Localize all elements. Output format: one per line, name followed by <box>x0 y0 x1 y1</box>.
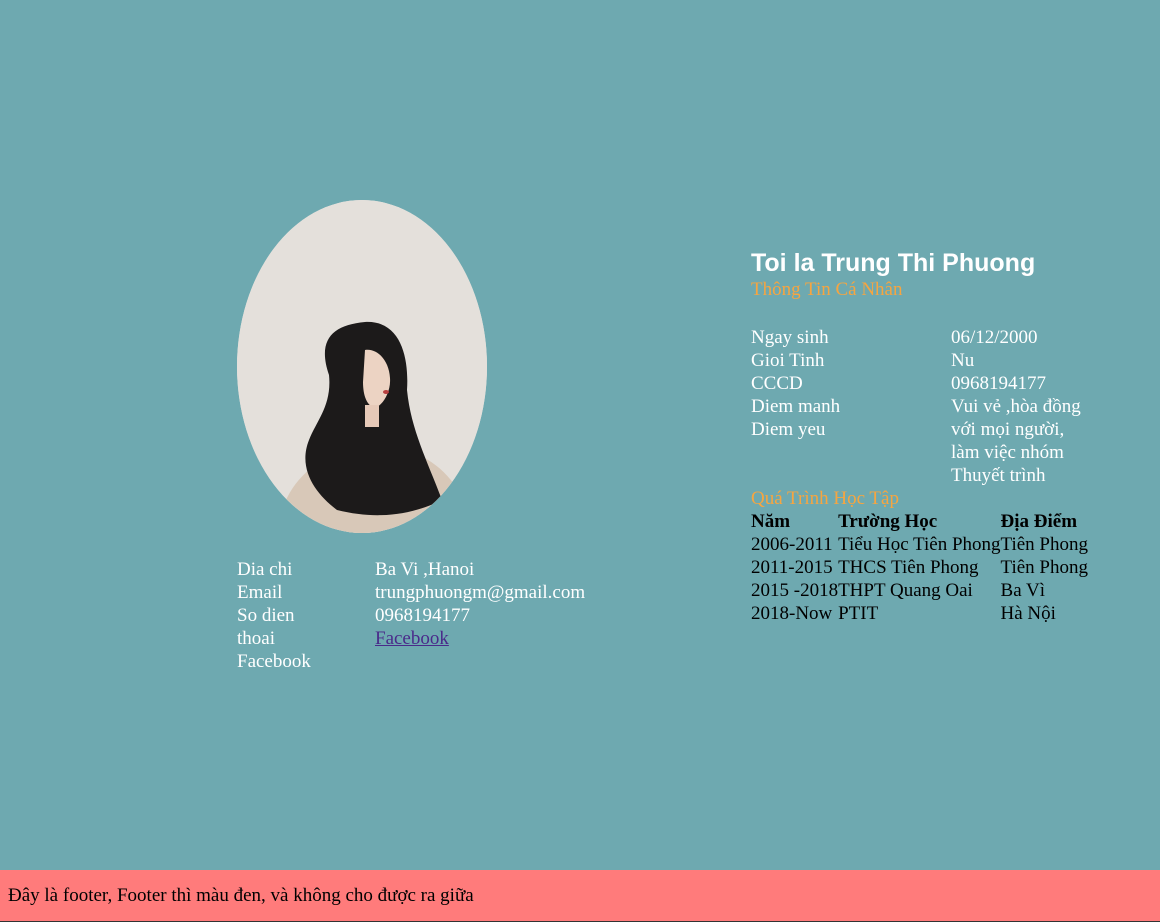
gender-value: Nu <box>951 350 975 371</box>
strengths-label: Diem manh <box>751 396 841 417</box>
table-cell: 2011-2015 <box>751 557 833 578</box>
footer-text: Đây là footer, Footer thì màu đen, và kh… <box>8 885 474 906</box>
education-table: Năm Trường Học Địa Điểm 2006-2011 Tiểu H… <box>751 510 1088 625</box>
cccd-label: CCCD <box>751 373 803 394</box>
phone-value: 0968194177 <box>375 605 470 626</box>
table-cell: Tiên Phong <box>1000 534 1088 555</box>
table-cell: 2006-2011 <box>751 534 833 555</box>
personal-info-heading: Thông Tin Cá Nhân <box>751 279 903 300</box>
table-cell: Tiểu Học Tiên Phong <box>838 534 1001 555</box>
email-label: Email <box>237 582 283 603</box>
strengths-value-line1: Vui vẻ ,hòa đồng <box>951 396 1081 417</box>
portrait-image <box>237 200 487 533</box>
table-row: 2011-2015 THCS Tiên Phong Tiên Phong <box>751 556 1088 579</box>
table-cell: 2018-Now <box>751 603 833 624</box>
table-cell: Ba Vì <box>1000 580 1046 601</box>
education-heading: Quá Trình Học Tập <box>751 488 899 509</box>
page: Dia chi Email So dien thoai Facebook Ba … <box>0 0 1160 870</box>
table-row: 2018-Now PTIT Hà Nội <box>751 602 1088 625</box>
birthday-label: Ngay sinh <box>751 327 829 348</box>
contact-info: Dia chi Email So dien thoai Facebook Ba … <box>237 558 637 673</box>
weakness-value: Thuyết trình <box>951 465 1046 486</box>
table-header-row: Năm Trường Học Địa Điểm <box>751 510 1088 533</box>
profile-name: Toi la Trung Thi Phuong <box>751 249 1036 277</box>
table-cell: Tiên Phong <box>1000 557 1088 578</box>
personal-info: Ngay sinh Gioi Tinh CCCD Diem manh Diem … <box>751 326 1131 487</box>
facebook-link[interactable]: Facebook <box>375 627 585 650</box>
column-header-school: Trường Học <box>838 511 938 532</box>
facebook-label: Facebook <box>237 651 311 672</box>
phone-label-line1: So dien <box>237 605 295 626</box>
avatar <box>237 200 487 533</box>
weakness-label: Diem yeu <box>751 419 826 440</box>
table-row: 2006-2011 Tiểu Học Tiên Phong Tiên Phong <box>751 533 1088 556</box>
strengths-value-line2: với mọi người, <box>951 419 1065 440</box>
table-cell: PTIT <box>838 603 879 624</box>
birthday-value: 06/12/2000 <box>951 327 1038 348</box>
email-value: trungphuongm@gmail.com <box>375 582 586 603</box>
address-value: Ba Vi ,Hanoi <box>375 559 475 580</box>
column-header-year: Năm <box>751 511 791 532</box>
address-label: Dia chi <box>237 559 293 580</box>
table-cell: THCS Tiên Phong <box>838 557 979 578</box>
table-cell: THPT Quang Oai <box>838 580 973 601</box>
table-cell: 2015 -2018 <box>751 580 839 601</box>
gender-label: Gioi Tinh <box>751 350 825 371</box>
cccd-value: 0968194177 <box>951 373 1046 394</box>
table-cell: Hà Nội <box>1000 603 1056 624</box>
phone-label-line2: thoai <box>237 628 275 649</box>
strengths-value-line3: làm việc nhóm <box>951 442 1064 463</box>
footer: Đây là footer, Footer thì màu đen, và kh… <box>0 870 1160 922</box>
column-header-location: Địa Điểm <box>1000 511 1078 532</box>
right-column: Toi la Trung Thi Phuong Thông Tin Cá Nhâ… <box>751 248 1131 625</box>
left-column: Dia chi Email So dien thoai Facebook Ba … <box>237 200 637 673</box>
table-row: 2015 -2018 THPT Quang Oai Ba Vì <box>751 579 1088 602</box>
